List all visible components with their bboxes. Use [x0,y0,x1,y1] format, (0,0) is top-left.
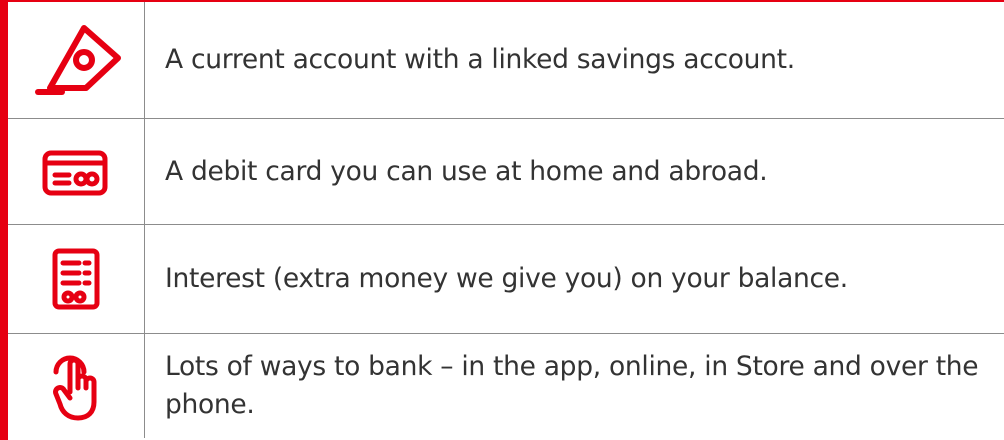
feature-icon-cell [8,118,145,225]
feature-icon-cell [8,2,145,119]
feature-text: Interest (extra money we give you) on yo… [144,224,1004,334]
feature-icon-cell [8,333,145,438]
feature-row-savings: A current account with a linked savings … [8,2,1004,119]
receipt-coins-icon [52,248,100,310]
feature-row-debit-card: A debit card you can use at home and abr… [8,118,1004,225]
left-accent-bar [0,0,8,440]
debit-card-icon [42,150,108,195]
features-table: A current account with a linked savings … [8,2,1004,438]
feature-text: A current account with a linked savings … [144,2,1004,119]
feature-text: Lots of ways to bank – in the app, onlin… [165,351,979,420]
feature-row-interest: Interest (extra money we give you) on yo… [8,224,1004,334]
price-tag-icon [35,25,121,95]
feature-icon-cell [8,224,145,334]
feature-row-ways-to-bank: Lots of ways to bank – in the app, onlin… [8,333,1004,438]
feature-text: A debit card you can use at home and abr… [144,118,1004,225]
tap-hand-icon [53,355,97,421]
